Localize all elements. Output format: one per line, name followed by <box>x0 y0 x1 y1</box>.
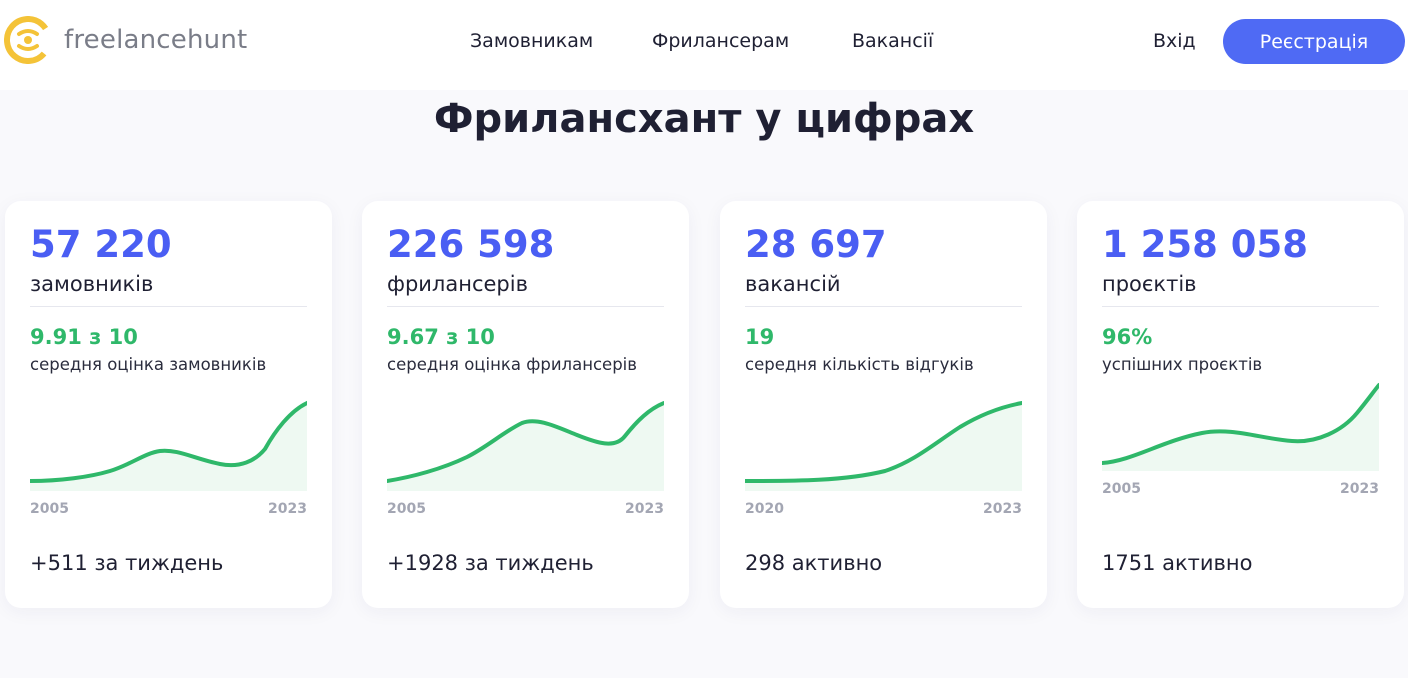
login-link[interactable]: Вхід <box>1153 30 1196 52</box>
stat-weekly: +1928 за тиждень <box>387 551 594 575</box>
chart-year-end: 2023 <box>1340 481 1379 497</box>
brand-name: freelancehunt <box>64 25 248 55</box>
stat-card-vacancies: 28 697 вакансій 19 середня кількість від… <box>720 201 1047 608</box>
chart-year-end: 2023 <box>268 501 307 517</box>
stat-rating: 19 <box>745 325 775 349</box>
trend-chart <box>745 401 1022 491</box>
stat-weekly: +511 за тиждень <box>30 551 224 575</box>
register-button[interactable]: Реєстрація <box>1223 19 1405 64</box>
stat-active: 298 активно <box>745 551 883 575</box>
stat-card-clients: 57 220 замовників 9.91 з 10 середня оцін… <box>5 201 332 608</box>
stat-card-freelancers: 226 598 фрилансерів 9.67 з 10 середня оц… <box>362 201 689 608</box>
trend-area <box>387 403 664 491</box>
stat-rating-label: середня оцінка фрилансерів <box>387 355 637 374</box>
stat-number: 226 598 <box>387 223 555 266</box>
chart-year-end: 2023 <box>625 501 664 517</box>
stat-number: 57 220 <box>30 223 172 266</box>
logo[interactable]: freelancehunt <box>4 16 247 64</box>
stat-rating: 9.91 з 10 <box>30 325 138 349</box>
stat-rating-label: успішних проєктів <box>1102 355 1263 374</box>
stat-rating: 96% <box>1102 325 1153 349</box>
chart-year-start: 2005 <box>387 501 426 517</box>
stat-rating-label: середня кількість відгуків <box>745 355 974 374</box>
chart-year-start: 2020 <box>745 501 784 517</box>
stat-card-projects: 1 258 058 проєктів 96% успішних проєктів… <box>1077 201 1404 608</box>
trend-chart <box>1102 383 1379 471</box>
page-title: Фрилансхант у цифрах <box>433 96 975 142</box>
nav-link-vacancies[interactable]: Вакансії <box>852 30 933 52</box>
stat-label: вакансій <box>745 272 841 296</box>
chart-year-start: 2005 <box>30 501 69 517</box>
stat-label: замовників <box>30 272 154 296</box>
card-divider <box>1102 306 1379 307</box>
stat-active: 1751 активно <box>1102 551 1253 575</box>
stat-label: фрилансерів <box>387 272 528 296</box>
chart-year-start: 2005 <box>1102 481 1141 497</box>
nav-link-freelancers[interactable]: Фрилансерам <box>652 30 789 52</box>
freelancehunt-logo-icon <box>4 16 52 64</box>
stat-rating-label: середня оцінка замовників <box>30 355 267 374</box>
stat-rating: 9.67 з 10 <box>387 325 495 349</box>
chart-year-end: 2023 <box>983 501 1022 517</box>
card-divider <box>745 306 1022 307</box>
card-divider <box>387 306 664 307</box>
nav-link-clients[interactable]: Замовникам <box>470 30 593 52</box>
trend-chart <box>387 401 664 491</box>
top-header: freelancehunt Замовникам Фрилансерам Вак… <box>0 0 1408 90</box>
stat-number: 1 258 058 <box>1102 223 1308 266</box>
stat-number: 28 697 <box>745 223 887 266</box>
stat-label: проєктів <box>1102 272 1197 296</box>
card-divider <box>30 306 307 307</box>
trend-chart <box>30 401 307 491</box>
